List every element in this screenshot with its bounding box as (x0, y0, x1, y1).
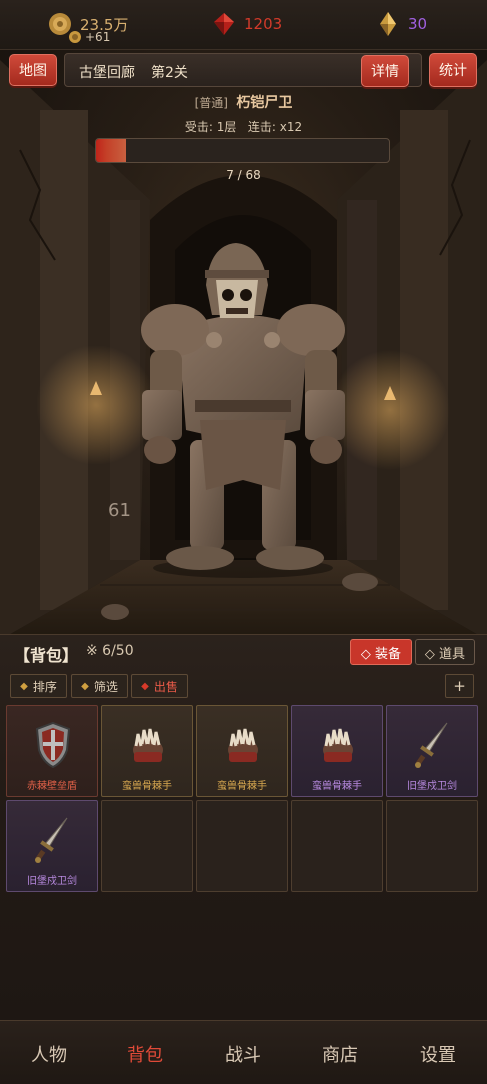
damage-number: 61 (108, 500, 131, 521)
enemy-title: [普通] 朽铠尸卫 (0, 92, 487, 112)
item-name: 旧堡戍卫剑 (407, 781, 457, 792)
stats-button[interactable]: 统计 (429, 53, 477, 87)
map-button[interactable]: 地图 (9, 54, 57, 86)
shield-icon (35, 721, 71, 769)
diamond-amount: 30 (408, 15, 428, 33)
inventory-slot-empty[interactable] (196, 800, 288, 892)
sell-label: 出售 (153, 679, 178, 694)
sword-icon (415, 722, 448, 768)
add-slot-button[interactable]: + (445, 674, 474, 698)
inventory-slot-item[interactable]: 旧堡戍卫剑 (6, 800, 98, 892)
sort-label: 排序 (32, 679, 57, 694)
gem-counter: 1203 (210, 10, 282, 38)
nav-battle[interactable]: 战斗 (213, 1041, 273, 1067)
nav-character[interactable]: 人物 (19, 1041, 79, 1067)
gold-income: +61 (68, 30, 110, 44)
sort-button[interactable]: ◆ 排序 (10, 674, 67, 698)
enemy-hp-fill (96, 139, 127, 162)
sword-icon (35, 817, 68, 863)
item-name: 蛮兽骨棘手 (312, 781, 362, 792)
diamond-counter: 30 (374, 10, 427, 38)
inventory-slot-item[interactable]: 蛮兽骨棘手 (291, 705, 383, 797)
item-name: 蛮兽骨棘手 (217, 781, 267, 792)
inventory-slot-item[interactable]: 赤棘壁垒盾 (6, 705, 98, 797)
inventory-slot-item[interactable]: 蛮兽骨棘手 (101, 705, 193, 797)
item-name: 旧堡戍卫剑 (27, 876, 77, 887)
nav-bag[interactable]: 背包 (115, 1041, 175, 1067)
gold-coin-small-icon (69, 31, 81, 43)
diamond-bullet-icon: ◆ (81, 680, 89, 692)
gold-counter: 23.5万 +61 (46, 10, 128, 44)
gauntlet-icon (323, 728, 353, 762)
nav-shop[interactable]: 商店 (310, 1041, 370, 1067)
gem-amount: 1203 (244, 15, 283, 33)
stage-level: 第2关 (151, 65, 188, 81)
gauntlet-icon (228, 728, 258, 762)
filter-button[interactable]: ◆ 筛选 (71, 674, 128, 698)
enemy-tier: [普通] (194, 96, 228, 110)
item-name: 赤棘壁垒盾 (27, 781, 77, 792)
tab-items[interactable]: ◇ 道具 (415, 639, 475, 665)
bag-title: 【背包】 (14, 646, 79, 665)
sell-button[interactable]: ◆ 出售 (131, 674, 188, 698)
gauntlet-icon (133, 728, 163, 762)
gold-income-amount: +61 (85, 30, 111, 44)
diamond-bullet-icon: ◆ (141, 680, 149, 692)
filter-label: 筛选 (93, 679, 118, 694)
diamond-bullet-icon: ◆ (20, 680, 28, 692)
enemy-hp-text: 7 / 68 (226, 168, 261, 182)
bag-count: ※ 6/50 (86, 643, 134, 659)
enemy-name: 朽铠尸卫 (236, 95, 293, 111)
tab-equipment[interactable]: ◇ 装备 (350, 639, 412, 665)
currency-bar: 23.5万 +61 1203 30 (0, 0, 487, 50)
inventory-slot-empty[interactable] (291, 800, 383, 892)
inventory-slot-item[interactable]: 蛮兽骨棘手 (196, 705, 288, 797)
inventory-slot-item[interactable]: 旧堡戍卫剑 (386, 705, 478, 797)
bottom-nav: 人物 背包 战斗 商店 设置 (0, 1020, 487, 1084)
red-gem-icon (214, 13, 234, 35)
enemy-combo: 连击: x12 (247, 120, 303, 134)
enemy-hp-bar (95, 138, 390, 163)
stage-location: 古堡回廊 (79, 65, 135, 81)
enemy-stats: 受击: 1层 连击: x12 (0, 118, 487, 135)
golden-crystal-icon (380, 12, 396, 36)
inventory-slot-empty[interactable] (386, 800, 478, 892)
enemy-hits: 受击: 1层 (184, 120, 237, 134)
inventory-slot-empty[interactable] (101, 800, 193, 892)
item-name: 蛮兽骨棘手 (122, 781, 172, 792)
details-button[interactable]: 详情 (361, 55, 409, 87)
nav-settings[interactable]: 设置 (408, 1041, 468, 1067)
